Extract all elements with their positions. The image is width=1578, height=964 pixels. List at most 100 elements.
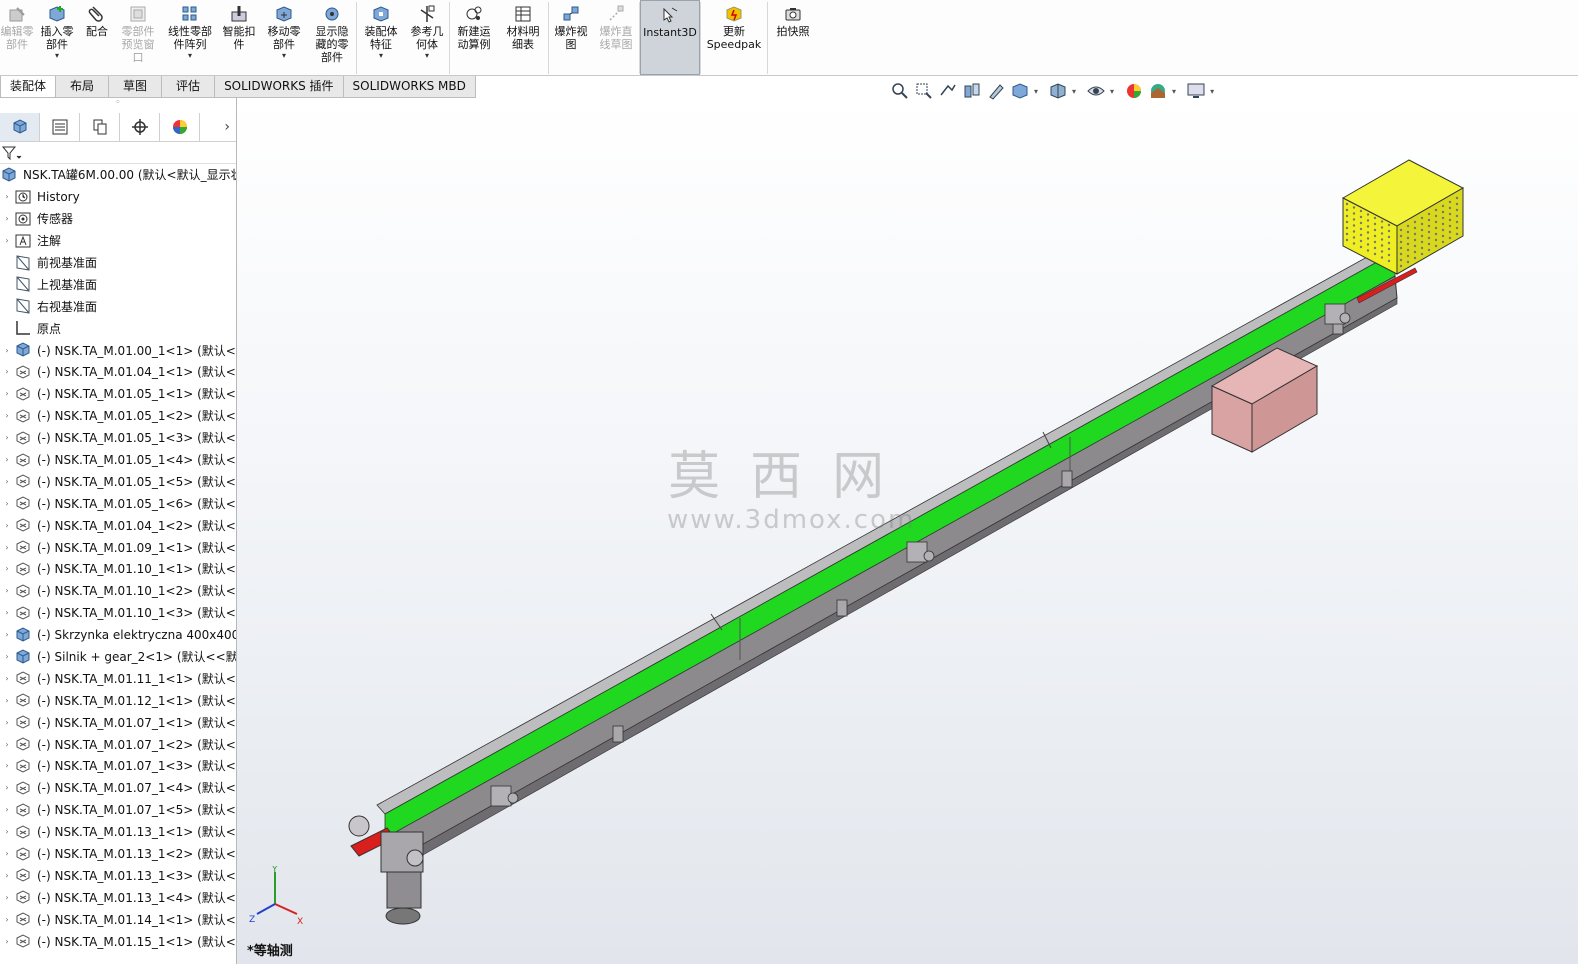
expand-arrow-icon[interactable]: ›	[0, 915, 14, 924]
motor-gearbox[interactable]	[348, 815, 424, 925]
zoom-to-area-icon[interactable]	[914, 81, 934, 101]
tree-item-component[interactable]: › (-) NSK.TA_M.01.13_1<2> (默认<<	[0, 843, 236, 865]
tree-item-component[interactable]: › (-) Skrzynka elektryczna 400x400x	[0, 624, 236, 646]
tree-item-origin[interactable]: 原点	[0, 317, 236, 339]
expand-arrow-icon[interactable]: ›	[0, 433, 14, 442]
graphics-area[interactable]: 莫西网 www.3dmox.com Y X Z *等轴测	[237, 98, 1578, 964]
ribbon-button-edit-component[interactable]: 编辑零 部件	[0, 0, 34, 75]
tab-solidworks-mbd[interactable]: SOLIDWORKS MBD	[342, 76, 476, 98]
expand-arrow-icon[interactable]: ›	[0, 871, 14, 880]
dynamic-annotation-icon[interactable]	[986, 81, 1006, 101]
conveyor-belt[interactable]	[384, 251, 1396, 839]
ribbon-button-component-preview[interactable]: 零部件 预览窗 口	[114, 0, 162, 75]
ribbon-button-instant3d[interactable]: Instant3D	[640, 0, 700, 75]
tree-item-plane[interactable]: 上视基准面	[0, 273, 236, 295]
expand-arrow-icon[interactable]: ›	[0, 783, 14, 792]
tree-item-component[interactable]: › (-) NSK.TA_M.01.07_1<4> (默认<<	[0, 777, 236, 799]
expand-arrow-icon[interactable]: ›	[0, 652, 14, 661]
tree-item-component[interactable]: › (-) NSK.TA_M.01.05_1<2> (默认<<	[0, 405, 236, 427]
feature-manager-tab[interactable]	[0, 112, 40, 141]
tree-root-assembly[interactable]: NSK.TA罐6M.00.00 (默认<默认_显示状	[0, 164, 236, 186]
conveyor-model[interactable]	[237, 98, 1578, 964]
tree-item-component[interactable]: › (-) NSK.TA_M.01.10_1<3> (默认<<	[0, 602, 236, 624]
tree-item-component[interactable]: › (-) NSK.TA_M.01.05_1<3> (默认<<	[0, 427, 236, 449]
tree-item-component[interactable]: › (-) NSK.TA_M.01.07_1<2> (默认<<	[0, 733, 236, 755]
tree-item-component[interactable]: › (-) NSK.TA_M.01.13_1<4> (默认<<	[0, 886, 236, 908]
expand-arrow-icon[interactable]: ›	[0, 236, 14, 245]
expand-arrow-icon[interactable]: ›	[0, 827, 14, 836]
ribbon-button-assembly-features[interactable]: 装配体 特征 ▾	[357, 0, 405, 75]
conveyor-frame-side[interactable]	[384, 275, 1398, 857]
tree-item-component[interactable]: › (-) NSK.TA_M.01.04_1<2> (默认<<	[0, 514, 236, 536]
tree-item-component[interactable]: › (-) NSK.TA_M.01.05_1<1> (默认<<	[0, 383, 236, 405]
tree-item-component[interactable]: › (-) Silnik + gear_2<1> (默认<<默认	[0, 646, 236, 668]
tree-item-component[interactable]: › (-) NSK.TA_M.01.05_1<4> (默认<<	[0, 449, 236, 471]
expand-arrow-icon[interactable]: ›	[0, 586, 14, 595]
tree-item-component[interactable]: › (-) NSK.TA_M.01.07_1<3> (默认<<	[0, 755, 236, 777]
configuration-manager-tab[interactable]	[80, 112, 120, 141]
panel-grip-handle[interactable]: ◦	[0, 98, 236, 112]
ribbon-button-bill-of-materials[interactable]: 材料明 细表	[498, 0, 548, 75]
expand-arrow-icon[interactable]: ›	[0, 893, 14, 902]
chevron-down-icon[interactable]: ▾	[379, 51, 383, 61]
expand-arrow-icon[interactable]: ›	[0, 674, 14, 683]
tree-item-component[interactable]: › (-) NSK.TA_M.01.04_1<1> (默认<<	[0, 361, 236, 383]
tree-item-component[interactable]: › (-) NSK.TA_M.01.14_1<1> (默认<<	[0, 908, 236, 930]
tab-evaluate[interactable]: 评估	[161, 76, 216, 98]
expand-arrow-icon[interactable]: ›	[0, 192, 14, 201]
ribbon-button-new-motion-study[interactable]: 新建运 动算例	[450, 0, 498, 75]
expand-arrow-icon[interactable]: ›	[0, 521, 14, 530]
hide-show-icon[interactable]	[1086, 81, 1106, 101]
tree-item-plane[interactable]: 右视基准面	[0, 295, 236, 317]
tab-sketch[interactable]: 草图	[108, 76, 163, 98]
tree-item-component[interactable]: › (-) NSK.TA_M.01.07_1<1> (默认<<	[0, 711, 236, 733]
tree-item-component[interactable]: › (-) NSK.TA_M.01.12_1<1> (默认<<	[0, 689, 236, 711]
tree-item-component[interactable]: › (-) NSK.TA_M.01.13_1<1> (默认<<	[0, 821, 236, 843]
property-manager-tab[interactable]	[40, 112, 80, 141]
tab-layout[interactable]: 布局	[55, 76, 110, 98]
chevron-down-icon[interactable]: ▾	[1110, 87, 1114, 96]
view-settings-icon[interactable]	[1186, 81, 1206, 101]
ribbon-button-mate[interactable]: 配合	[80, 0, 114, 75]
expand-arrow-icon[interactable]: ›	[0, 214, 14, 223]
ribbon-button-explode-line-sketch[interactable]: 爆炸直 线草图	[593, 0, 639, 75]
chevron-down-icon[interactable]: ▾	[425, 51, 429, 61]
tree-item-component[interactable]: › (-) NSK.TA_M.01.13_1<3> (默认<<	[0, 865, 236, 887]
tree-filter[interactable]	[0, 142, 236, 164]
expand-arrow-icon[interactable]: ›	[0, 564, 14, 573]
tree-item-component[interactable]: › (-) NSK.TA_M.01.07_1<5> (默认<<	[0, 799, 236, 821]
tab-solidworks-addins[interactable]: SOLIDWORKS 插件	[214, 76, 344, 98]
expand-arrow-icon[interactable]: ›	[0, 411, 14, 420]
expand-arrow-icon[interactable]: ›	[0, 805, 14, 814]
expand-arrow-icon[interactable]: ›	[0, 499, 14, 508]
tree-item-sensors[interactable]: › 传感器	[0, 208, 236, 230]
tree-item-component[interactable]: › (-) NSK.TA_M.01.00_1<1> (默认<默	[0, 339, 236, 361]
apply-scene-icon[interactable]	[1148, 81, 1168, 101]
edit-appearance-icon[interactable]	[1124, 81, 1144, 101]
section-view-icon[interactable]	[962, 81, 982, 101]
tree-item-component[interactable]: › (-) NSK.TA_M.01.05_1<5> (默认<<	[0, 470, 236, 492]
chevron-down-icon[interactable]: ▾	[188, 51, 192, 61]
expand-arrow-icon[interactable]: ›	[0, 543, 14, 552]
view-orientation-icon[interactable]	[1010, 81, 1030, 101]
dimxpert-manager-tab[interactable]	[120, 112, 160, 141]
ribbon-button-show-hidden[interactable]: 显示隐 藏的零 部件	[308, 0, 356, 75]
expand-arrow-icon[interactable]: ›	[0, 630, 14, 639]
display-manager-tab[interactable]	[160, 112, 200, 141]
expand-arrow-icon[interactable]: ›	[0, 849, 14, 858]
ribbon-button-exploded-view[interactable]: 爆炸视 图	[549, 0, 593, 75]
ribbon-button-move-component[interactable]: 移动零 部件 ▾	[260, 0, 308, 75]
expand-arrow-icon[interactable]: ›	[0, 761, 14, 770]
previous-view-icon[interactable]	[938, 81, 958, 101]
tree-item-component[interactable]: › (-) NSK.TA_M.01.05_1<6> (默认<<	[0, 492, 236, 514]
ribbon-button-smart-fasteners[interactable]: 智能扣 件	[218, 0, 260, 75]
zoom-to-fit-icon[interactable]	[890, 81, 910, 101]
ribbon-button-insert-component[interactable]: 插入零 部件 ▾	[34, 0, 80, 75]
ribbon-button-reference-geometry[interactable]: 参考几 何体 ▾	[405, 0, 449, 75]
ribbon-button-speedpak[interactable]: 更新 Speedpak	[701, 0, 767, 75]
ribbon-button-snapshot[interactable]: 拍快照	[768, 0, 818, 75]
expand-arrow-icon[interactable]: ›	[0, 455, 14, 464]
expand-arrow-icon[interactable]: ›	[0, 608, 14, 617]
tree-item-component[interactable]: › (-) NSK.TA_M.01.15_1<1> (默认<<	[0, 930, 236, 952]
tab-assembly[interactable]: 装配体	[0, 76, 57, 98]
